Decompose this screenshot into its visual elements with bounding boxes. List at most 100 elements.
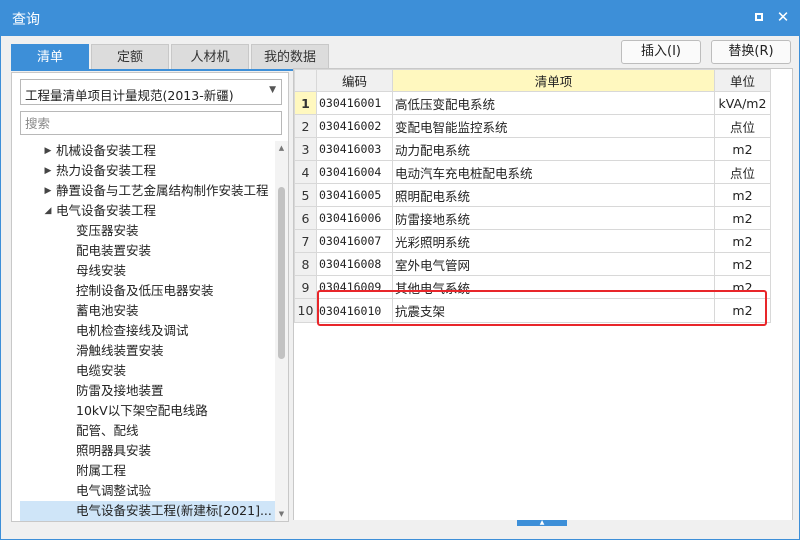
- cell-unit[interactable]: m2: [714, 252, 771, 276]
- tab-qingdan[interactable]: 清单: [11, 44, 89, 70]
- row-number[interactable]: 10: [294, 298, 317, 323]
- cell-code[interactable]: 030416003: [316, 137, 393, 161]
- standard-select[interactable]: 工程量清单项目计量规范(2013-新疆) ▼: [20, 79, 282, 105]
- cell-item-name[interactable]: 动力配电系统: [392, 137, 715, 161]
- expanded-arrow-icon[interactable]: ◢: [42, 201, 54, 221]
- tree-item[interactable]: 母线安装: [20, 261, 275, 281]
- bottom-splitter[interactable]: ▲: [293, 520, 793, 526]
- expand-handle-icon[interactable]: ▲: [517, 520, 567, 526]
- tree-item-label: 滑触线装置安装: [76, 343, 164, 358]
- table-row[interactable]: 8 030416008 室外电气管网 m2: [294, 252, 771, 276]
- cell-item-name[interactable]: 高低压变配电系统: [392, 91, 715, 115]
- cell-code[interactable]: 030416002: [316, 114, 393, 138]
- table-row[interactable]: 5 030416005 照明配电系统 m2: [294, 183, 771, 207]
- row-number[interactable]: 1: [294, 91, 317, 115]
- cell-unit[interactable]: m2: [714, 206, 771, 230]
- tree-item-label: 电气设备安装工程(新建标[2021]...: [76, 503, 272, 518]
- cell-code[interactable]: 030416004: [316, 160, 393, 184]
- table-row[interactable]: 9 030416009 其他电气系统 m2: [294, 275, 771, 299]
- cell-item-name[interactable]: 照明配电系统: [392, 183, 715, 207]
- cell-item-name[interactable]: 抗震支架: [392, 298, 715, 323]
- table-row[interactable]: 2 030416002 变配电智能监控系统 点位: [294, 114, 771, 138]
- cell-unit[interactable]: 点位: [714, 114, 771, 138]
- tree-item-label: 10kV以下架空配电线路: [76, 403, 208, 418]
- tree-item[interactable]: 10kV以下架空配电线路: [20, 401, 275, 421]
- table-row[interactable]: 6 030416006 防雷接地系统 m2: [294, 206, 771, 230]
- collapsed-arrow-icon[interactable]: ▶: [42, 141, 54, 161]
- column-header-item[interactable]: 清单项: [392, 69, 715, 92]
- cell-item-name[interactable]: 电动汽车充电桩配电系统: [392, 160, 715, 184]
- tree-item[interactable]: 变压器安装: [20, 221, 275, 241]
- scroll-down-icon[interactable]: ▼: [275, 507, 288, 521]
- tree-item[interactable]: 滑触线装置安装: [20, 341, 275, 361]
- tab-dinge[interactable]: 定额: [91, 44, 169, 70]
- close-button[interactable]: ✕: [774, 8, 792, 26]
- insert-button[interactable]: 插入(I): [621, 40, 701, 64]
- tree-item[interactable]: 蓄电池安装: [20, 301, 275, 321]
- tree-item-label: 母线安装: [76, 263, 127, 278]
- cell-code[interactable]: 030416008: [316, 252, 393, 276]
- row-number[interactable]: 3: [294, 137, 317, 161]
- tree-item[interactable]: 配电装置安装: [20, 241, 275, 261]
- row-number[interactable]: 8: [294, 252, 317, 276]
- minimize-button[interactable]: [750, 8, 768, 26]
- tree-item[interactable]: ▶ 机械设备安装工程: [20, 141, 275, 161]
- scroll-thumb[interactable]: [278, 187, 285, 359]
- tree-item[interactable]: 照明器具安装: [20, 441, 275, 461]
- cell-unit[interactable]: m2: [714, 275, 771, 299]
- tree-item[interactable]: ◢ 电气设备安装工程: [20, 201, 275, 221]
- tree-item[interactable]: 电缆安装: [20, 361, 275, 381]
- table-row[interactable]: 7 030416007 光彩照明系统 m2: [294, 229, 771, 253]
- cell-item-name[interactable]: 防雷接地系统: [392, 206, 715, 230]
- table-row[interactable]: 10 030416010 抗震支架 m2: [294, 298, 771, 323]
- category-tree: ▶ 机械设备安装工程 ▶ 热力设备安装工程 ▶ 静置设备与工艺金属结构制作安装工程 ◢ 电气设…: [20, 141, 275, 523]
- search-input[interactable]: [20, 111, 282, 135]
- cell-unit[interactable]: m2: [714, 137, 771, 161]
- collapsed-arrow-icon[interactable]: ▶: [42, 181, 54, 201]
- row-number[interactable]: 4: [294, 160, 317, 184]
- row-number[interactable]: 5: [294, 183, 317, 207]
- tab-rencaiji[interactable]: 人材机: [171, 44, 249, 70]
- column-header-unit[interactable]: 单位: [714, 69, 771, 92]
- cell-item-name[interactable]: 其他电气系统: [392, 275, 715, 299]
- tab-my-data[interactable]: 我的数据: [251, 44, 329, 70]
- row-number[interactable]: 6: [294, 206, 317, 230]
- cell-unit[interactable]: m2: [714, 183, 771, 207]
- cell-code[interactable]: 030416001: [316, 91, 393, 115]
- tree-item-label: 电缆安装: [76, 363, 127, 378]
- column-header-code[interactable]: 编码: [316, 69, 393, 92]
- cell-item-name[interactable]: 室外电气管网: [392, 252, 715, 276]
- collapsed-arrow-icon[interactable]: ▶: [42, 521, 54, 523]
- tree-scrollbar[interactable]: ▲ ▼: [275, 141, 288, 521]
- tree-item[interactable]: 控制设备及低压电器安装: [20, 281, 275, 301]
- scroll-up-icon[interactable]: ▲: [275, 141, 288, 155]
- replace-button[interactable]: 替换(R): [711, 40, 791, 64]
- cell-unit[interactable]: kVA/m2: [714, 91, 771, 115]
- cell-code[interactable]: 030416005: [316, 183, 393, 207]
- row-number[interactable]: 2: [294, 114, 317, 138]
- cell-unit[interactable]: m2: [714, 298, 771, 323]
- row-number[interactable]: 9: [294, 275, 317, 299]
- tree-item[interactable]: 防雷及接地装置: [20, 381, 275, 401]
- tree-item[interactable]: 电机检查接线及调试: [20, 321, 275, 341]
- table-row[interactable]: 3 030416003 动力配电系统 m2: [294, 137, 771, 161]
- table-row[interactable]: 4 030416004 电动汽车充电桩配电系统 点位: [294, 160, 771, 184]
- cell-item-name[interactable]: 光彩照明系统: [392, 229, 715, 253]
- cell-unit[interactable]: m2: [714, 229, 771, 253]
- tree-item[interactable]: 配管、配线: [20, 421, 275, 441]
- cell-code[interactable]: 030416009: [316, 275, 393, 299]
- tree-item[interactable]: 电气调整试验: [20, 481, 275, 501]
- tree-item[interactable]: ▶建筑智能化工程: [20, 521, 275, 523]
- cell-item-name[interactable]: 变配电智能监控系统: [392, 114, 715, 138]
- row-number[interactable]: 7: [294, 229, 317, 253]
- cell-code[interactable]: 030416006: [316, 206, 393, 230]
- cell-unit[interactable]: 点位: [714, 160, 771, 184]
- tree-item[interactable]: ▶ 静置设备与工艺金属结构制作安装工程: [20, 181, 275, 201]
- collapsed-arrow-icon[interactable]: ▶: [42, 161, 54, 181]
- table-row[interactable]: 1 030416001 高低压变配电系统 kVA/m2: [294, 91, 771, 115]
- tree-item[interactable]: 电气设备安装工程(新建标[2021]...: [20, 501, 275, 521]
- cell-code[interactable]: 030416007: [316, 229, 393, 253]
- tree-item[interactable]: ▶ 热力设备安装工程: [20, 161, 275, 181]
- tree-item[interactable]: 附属工程: [20, 461, 275, 481]
- cell-code[interactable]: 030416010: [316, 298, 393, 323]
